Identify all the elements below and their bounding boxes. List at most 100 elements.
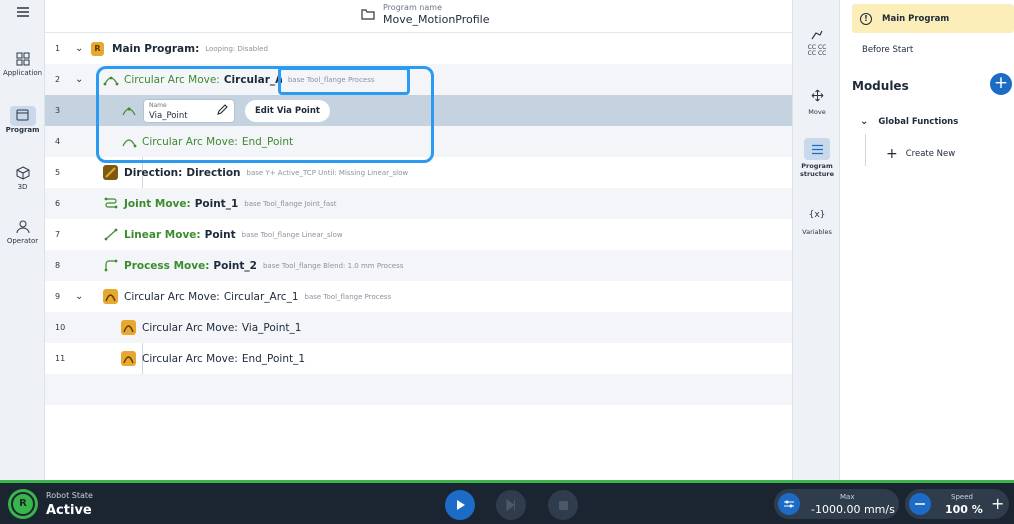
parameters-highlight bbox=[278, 67, 410, 95]
row-number: 5 bbox=[55, 168, 61, 177]
nav-operator-label: Operator bbox=[6, 237, 39, 245]
row-title: Circular_Arc_1 bbox=[223, 290, 299, 303]
row-type: Linear Move: bbox=[124, 228, 201, 241]
nav-program[interactable]: Program bbox=[0, 106, 45, 134]
global-functions-label: Global Functions bbox=[878, 116, 959, 127]
row-title: End_Point_1 bbox=[241, 352, 306, 365]
program-row-11[interactable]: 11 Circular Arc Move: End_Point_1 bbox=[45, 343, 792, 374]
nav-program-label: Program bbox=[5, 126, 40, 134]
row-title: Via_Point_1 bbox=[241, 321, 302, 334]
row-number: 7 bbox=[55, 230, 61, 239]
before-start-item[interactable]: Before Start bbox=[862, 45, 913, 55]
main-program-tab[interactable]: ! Main Program bbox=[852, 4, 1014, 33]
plus-icon[interactable]: + bbox=[991, 494, 1004, 513]
left-navigation: Application Program 3D Operator bbox=[0, 0, 45, 480]
global-functions-group[interactable]: ⌄ Global Functions bbox=[860, 116, 958, 127]
info-icon: ! bbox=[860, 12, 872, 25]
plus-icon: + bbox=[886, 146, 898, 162]
row-type: Circular Arc Move: bbox=[124, 290, 220, 303]
speed-control[interactable]: Speed 100 % + bbox=[905, 489, 1009, 519]
create-new-button[interactable]: + Create New bbox=[886, 146, 955, 162]
move-arrows-icon bbox=[811, 89, 823, 101]
max-speed-control[interactable]: Max -1000.00 mm/s bbox=[774, 489, 899, 519]
program-name[interactable]: Move_MotionProfile bbox=[383, 13, 490, 26]
max-value: -1000.00 mm/s bbox=[811, 503, 895, 516]
create-new-label: Create New bbox=[905, 149, 956, 159]
nav-application[interactable]: Application bbox=[0, 52, 45, 77]
program-row-8[interactable]: 8 Process Move: Point_2 base Tool_flange… bbox=[45, 250, 792, 281]
row-number: 9 bbox=[55, 292, 61, 301]
row-number: 1 bbox=[55, 44, 61, 53]
play-icon bbox=[457, 500, 465, 510]
speed-label: Speed bbox=[951, 493, 973, 501]
cube-icon bbox=[16, 166, 29, 180]
row-type: Process Move: bbox=[124, 259, 210, 272]
tool-variables[interactable]: {x} Variables bbox=[793, 204, 841, 236]
circular-arc-badge-icon bbox=[121, 320, 136, 335]
row-meta: Looping: Disabled bbox=[205, 44, 268, 53]
grid-icon bbox=[16, 52, 29, 66]
minus-icon[interactable] bbox=[909, 493, 931, 515]
tool-program-structure-label: Program structure bbox=[799, 162, 834, 178]
nav-application-label: Application bbox=[2, 69, 43, 77]
chevron-down-icon[interactable]: ⌄ bbox=[75, 43, 83, 54]
nav-3d-label: 3D bbox=[17, 183, 28, 191]
max-label: Max bbox=[840, 493, 855, 501]
linear-move-icon bbox=[104, 228, 118, 241]
stop-button[interactable] bbox=[548, 490, 578, 520]
tool-variables-label: Variables bbox=[802, 228, 832, 236]
add-module-button[interactable]: + bbox=[990, 73, 1012, 95]
step-forward-icon bbox=[506, 499, 515, 511]
play-button[interactable] bbox=[445, 490, 475, 520]
chevron-down-icon[interactable]: ⌄ bbox=[75, 74, 83, 85]
modules-heading: Modules bbox=[852, 79, 909, 93]
cc-icon: CC CC CC CC bbox=[807, 44, 827, 57]
program-name-label: Program name bbox=[383, 3, 442, 12]
row-title: Direction bbox=[186, 166, 241, 179]
row-meta: base Y+ Active_TCP Until: Missing Linear… bbox=[246, 168, 409, 177]
program-header: Program name Move_MotionProfile bbox=[45, 0, 792, 33]
speed-value: 100 % bbox=[945, 503, 983, 516]
row-number: 3 bbox=[55, 106, 61, 115]
nav-operator[interactable]: Operator bbox=[0, 220, 45, 245]
program-row-9[interactable]: 9 ⌄ Circular Arc Move: Circular_Arc_1 ba… bbox=[45, 281, 792, 312]
person-icon bbox=[16, 220, 29, 234]
hamburger-menu-icon[interactable] bbox=[0, 6, 45, 21]
row-number: 11 bbox=[55, 354, 66, 363]
row-number: 6 bbox=[55, 199, 61, 208]
stop-icon bbox=[558, 500, 568, 510]
row-title: Point_2 bbox=[213, 259, 257, 272]
process-move-icon bbox=[104, 259, 118, 272]
row-type: Circular Arc Move: bbox=[142, 321, 238, 334]
program-row-10[interactable]: 10 Circular Arc Move: Via_Point_1 bbox=[45, 312, 792, 343]
main-program-label: Main Program bbox=[882, 13, 950, 24]
tool-move[interactable]: Move bbox=[793, 84, 841, 116]
sliders-icon[interactable] bbox=[778, 493, 800, 515]
direction-icon bbox=[103, 165, 118, 180]
row-number: 10 bbox=[55, 323, 66, 332]
folder-icon bbox=[361, 9, 375, 20]
status-bar: R Robot State Active Max -1000.00 mm/s S… bbox=[0, 480, 1014, 524]
chevron-down-icon[interactable]: ⌄ bbox=[75, 291, 83, 302]
joint-move-icon bbox=[104, 197, 118, 209]
row-meta: base Tool_flange Process bbox=[304, 292, 392, 301]
row-title: Main Program: bbox=[112, 42, 200, 55]
empty-row bbox=[45, 374, 792, 405]
ur-logo[interactable]: R bbox=[8, 489, 38, 519]
row-meta: base Tool_flange Joint_fast bbox=[244, 199, 337, 208]
robot-programming-app: Application Program 3D Operator Program … bbox=[0, 0, 1014, 524]
program-row-6[interactable]: 6 Joint Move: Point_1 base Tool_flange J… bbox=[45, 188, 792, 219]
step-button[interactable] bbox=[496, 490, 526, 520]
variables-icon: {x} bbox=[808, 210, 826, 220]
row-number: 2 bbox=[55, 75, 61, 84]
tool-cc[interactable]: CC CC CC CC bbox=[793, 40, 841, 64]
row-title: Point bbox=[204, 228, 236, 241]
row-meta: base Tool_flange Blend: 1.0 mm Process bbox=[262, 261, 404, 270]
program-row-7[interactable]: 7 Linear Move: Point base Tool_flange Li… bbox=[45, 219, 792, 250]
chevron-down-icon[interactable]: ⌄ bbox=[860, 116, 868, 127]
row-title: Point_1 bbox=[194, 197, 239, 210]
program-row-1[interactable]: 1 ⌄ R Main Program: Looping: Disabled bbox=[45, 33, 792, 64]
tool-program-structure[interactable]: Program structure bbox=[793, 138, 841, 178]
nav-3d[interactable]: 3D bbox=[0, 166, 45, 191]
row-meta: base Tool_flange Linear_slow bbox=[241, 230, 343, 239]
